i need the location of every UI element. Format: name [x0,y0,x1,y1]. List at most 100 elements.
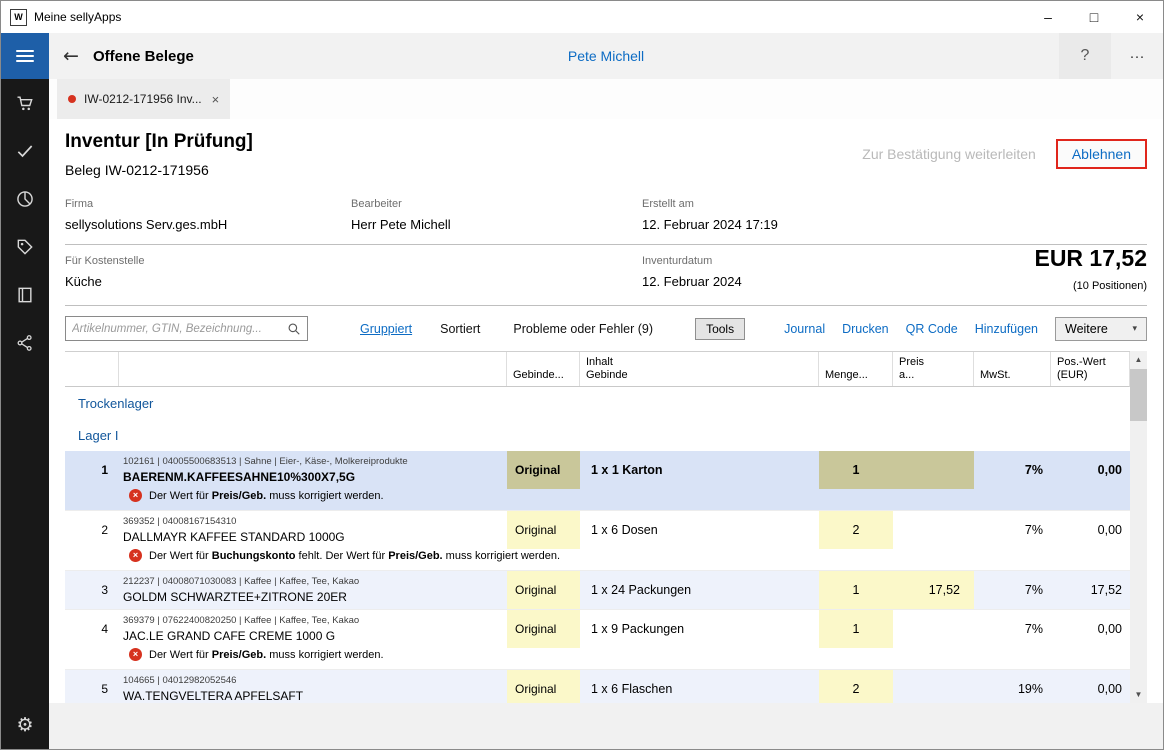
table-row[interactable]: 1 102161 | 04005500683513 | Sahne | Eier-… [65,451,1130,511]
qr-code-link[interactable]: QR Code [906,322,958,336]
sidebar-item-tag[interactable] [1,225,49,273]
col-header-menge[interactable]: Menge... [818,352,892,386]
article-cell: 212237 | 04008071030083 | Kaffee | Kaffe… [118,573,507,607]
menge-cell[interactable]: 1 [819,610,893,648]
tools-button[interactable]: Tools [695,318,745,340]
search-box[interactable] [65,316,308,341]
window-title: Meine sellyApps [34,10,121,24]
preis-cell[interactable]: 17,52 [893,571,974,609]
row-number: 2 [65,523,118,537]
field-label: Erstellt am [642,198,1147,210]
mwst-cell: 19% [974,682,1051,696]
share-icon [15,333,35,358]
error-text: Der Wert für Preis/Geb. muss korrigiert … [149,490,384,502]
gebinde-cell[interactable]: Original [507,511,580,549]
article-meta: 212237 | 04008071030083 | Kaffee | Kaffe… [123,576,501,587]
gebinde-cell[interactable]: Original [507,571,580,609]
gebinde-cell[interactable]: Original [507,451,580,489]
current-user[interactable]: Pete Michell [568,48,644,64]
menge-cell[interactable]: 2 [819,511,893,549]
row-number: 4 [65,622,118,636]
scroll-up-icon[interactable]: ▲ [1130,351,1147,368]
fields-row-2: Für Kostenstelle Küche Inventurdatum 12.… [65,245,1147,306]
hinzufuegen-link[interactable]: Hinzufügen [975,322,1038,336]
article-name: JAC.LE GRAND CAFE CREME 1000 G [123,629,501,643]
search-icon [287,322,301,336]
menge-cell[interactable]: 1 [819,451,893,489]
col-header-mwst[interactable]: MwSt. [973,352,1050,386]
col-header-inhalt[interactable]: Inhalt Gebinde [579,352,818,386]
sidebar-item-pie-chart[interactable] [1,177,49,225]
gruppiert-toggle[interactable]: Gruppiert [360,322,412,336]
col-header-preis[interactable]: Preis a... [892,352,973,386]
more-options-button[interactable]: ··· [1111,33,1163,79]
row-error-message: ×Der Wert für Preis/Geb. muss korrigiert… [65,489,1130,510]
field-kostenstelle: Für Kostenstelle Küche [65,255,642,289]
field-value: 12. Februar 2024 17:19 [642,217,1147,232]
table-row[interactable]: 2369352 | 04008167154310DALLMAYR KAFFEE … [65,511,1130,571]
weitere-dropdown[interactable]: Weitere ▾ [1055,317,1147,341]
table-row[interactable]: 3 212237 | 04008071030083 | Kaffee | Kaff… [65,571,1130,610]
reject-button[interactable]: Ablehnen [1056,139,1147,169]
fields-row-1: Firma sellysolutions Serv.ges.mbH Bearbe… [65,192,1147,245]
article-name: BAERENM.KAFFEESAHNE10%300X7,5G [123,470,501,484]
total-amount: EUR 17,52 [1034,245,1147,272]
tab-close-icon[interactable]: × [212,92,220,107]
sidebar-item-check[interactable] [1,129,49,177]
gear-icon: ⚙ [16,716,33,735]
error-text: Der Wert für Preis/Geb. muss korrigiert … [149,649,384,661]
document-number: Beleg IW-0212-171956 [65,162,253,178]
error-icon: × [129,648,142,661]
app-window: W Meine sellyApps – □ × ⚙ ← [0,0,1164,750]
pie-chart-icon [15,189,35,214]
search-input[interactable] [72,323,287,335]
journal-icon [15,285,35,310]
col-header-num[interactable] [65,352,118,386]
hamburger-menu-button[interactable] [1,33,49,79]
scroll-thumb[interactable] [1130,369,1147,421]
scroll-down-icon[interactable]: ▼ [1130,686,1147,703]
table-row[interactable]: 5104665 | 04012982052546WA.TENGVELTERA A… [65,670,1130,703]
close-button[interactable]: × [1117,1,1163,33]
sidebar-item-journal[interactable] [1,273,49,321]
sidebar-icons [1,81,49,369]
sidebar-item-cart[interactable] [1,81,49,129]
group-header[interactable]: Trockenlager [65,387,1130,419]
sortiert-toggle[interactable]: Sortiert [440,322,480,336]
gebinde-cell[interactable]: Original [507,610,580,648]
probleme-filter[interactable]: Probleme oder Fehler (9) [513,322,653,336]
preis-cell[interactable] [893,451,974,489]
help-button[interactable]: ? [1059,33,1111,79]
journal-link[interactable]: Journal [784,322,825,336]
sidebar-item-settings[interactable]: ⚙ [1,701,49,749]
sidebar-item-share[interactable] [1,321,49,369]
menge-cell[interactable]: 2 [819,670,893,703]
vertical-scrollbar[interactable]: ▲ ▼ [1130,351,1147,703]
inhalt-cell: 1 x 6 Dosen [580,511,819,549]
col-header-wert[interactable]: Pos.-Wert (EUR) [1050,352,1129,386]
article-meta: 104665 | 04012982052546 [123,675,501,686]
maximize-button[interactable]: □ [1071,1,1117,33]
positions-count: (10 Positionen) [1034,280,1147,292]
field-value: sellysolutions Serv.ges.mbH [65,217,351,232]
table-row[interactable]: 4369379 | 07622400820250 | Kaffee | Kaff… [65,610,1130,670]
tab-document[interactable]: IW-0212-171956 Inv... × [57,79,230,119]
row-number: 3 [65,583,118,597]
back-button[interactable]: ← [49,45,93,67]
gebinde-cell[interactable]: Original [507,670,580,703]
titlebar: W Meine sellyApps – □ × [1,1,1163,33]
inventory-table: Gebinde... Inhalt Gebinde Menge... Preis… [65,351,1147,703]
mwst-cell: 7% [974,523,1051,537]
error-icon: × [129,549,142,562]
menge-cell[interactable]: 1 [819,571,893,609]
col-header-gebinde[interactable]: Gebinde... [506,352,579,386]
minimize-button[interactable]: – [1025,1,1071,33]
col-header-article[interactable] [118,352,506,386]
forward-action[interactable]: Zur Bestätigung weiterleiten [862,146,1036,162]
field-erstellt-am: Erstellt am 12. Februar 2024 17:19 [642,198,1147,232]
mwst-cell: 7% [974,463,1051,477]
app-header: ← Offene Belege Pete Michell ? ··· [49,33,1163,79]
drucken-link[interactable]: Drucken [842,322,889,336]
article-meta: 102161 | 04005500683513 | Sahne | Eier-,… [123,456,501,467]
group-header-sub[interactable]: Lager I [65,419,1130,451]
